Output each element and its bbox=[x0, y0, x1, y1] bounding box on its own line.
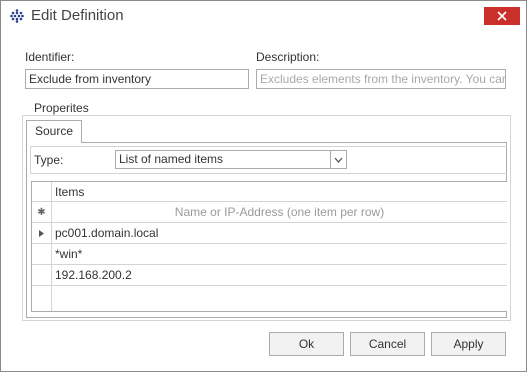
ok-button[interactable]: Ok bbox=[269, 332, 344, 356]
type-select-arrow[interactable] bbox=[330, 151, 346, 168]
cancel-button[interactable]: Cancel bbox=[350, 332, 425, 356]
grid-cell-item[interactable]: pc001.domain.local bbox=[55, 226, 158, 240]
grid-new-row[interactable]: ✱ Name or IP-Address (one item per row) bbox=[32, 202, 507, 223]
new-row-icon: ✱ bbox=[32, 202, 52, 222]
row-indicator bbox=[32, 265, 52, 285]
table-row[interactable]: 192.168.200.2 bbox=[32, 265, 507, 286]
close-icon bbox=[497, 11, 507, 21]
table-row[interactable]: *win* bbox=[32, 244, 507, 265]
table-row[interactable]: pc001.domain.local bbox=[32, 223, 507, 244]
identifier-label: Identifier: bbox=[25, 50, 75, 64]
description-label: Description: bbox=[256, 50, 320, 64]
close-button[interactable] bbox=[484, 7, 520, 25]
type-select[interactable]: List of named items bbox=[115, 150, 347, 169]
title-bar[interactable]: Edit Definition bbox=[1, 1, 526, 31]
grid-header: Items bbox=[32, 182, 507, 202]
tab-source[interactable]: Source bbox=[26, 120, 82, 143]
items-grid[interactable]: Items ✱ Name or IP-Address (one item per… bbox=[31, 181, 507, 312]
edit-definition-dialog: Edit Definition Identifier: Exclude from… bbox=[0, 0, 527, 372]
identifier-input[interactable]: Exclude from inventory bbox=[25, 69, 249, 89]
new-row-placeholder: Name or IP-Address (one item per row) bbox=[174, 205, 385, 219]
row-indicator bbox=[32, 244, 52, 264]
apply-button[interactable]: Apply bbox=[431, 332, 506, 356]
chevron-down-icon bbox=[334, 157, 343, 163]
app-grid-icon bbox=[10, 9, 24, 23]
type-label: Type: bbox=[34, 153, 64, 167]
grid-header-indicator bbox=[32, 182, 52, 201]
grid-cell-item[interactable]: 192.168.200.2 bbox=[55, 268, 132, 282]
row-pointer-icon bbox=[32, 223, 52, 243]
grid-empty-indicator bbox=[32, 286, 52, 311]
grid-cell-item[interactable]: *win* bbox=[55, 247, 82, 261]
type-select-value: List of named items bbox=[119, 152, 224, 166]
window-title: Edit Definition bbox=[31, 7, 124, 24]
properties-group-label: Properites bbox=[31, 101, 92, 115]
description-input[interactable]: Excludes elements from the inventory. Yo… bbox=[256, 69, 506, 89]
grid-column-header-items[interactable]: Items bbox=[55, 185, 84, 199]
